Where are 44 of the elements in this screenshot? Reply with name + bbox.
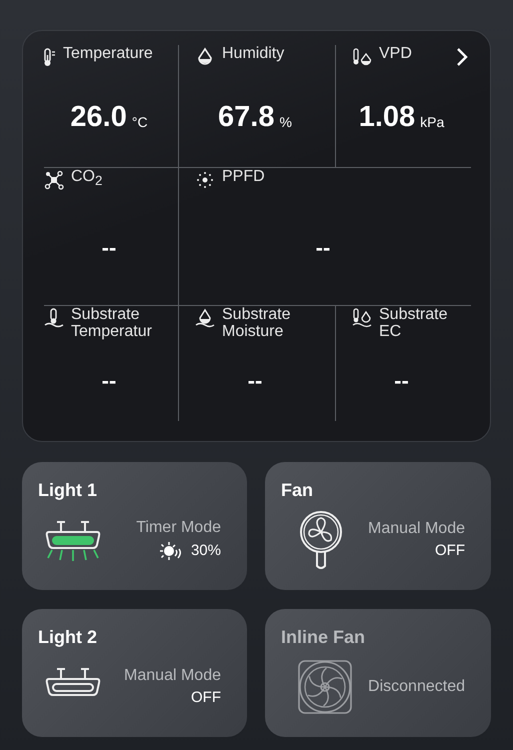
status-label: OFF <box>191 689 221 706</box>
sensor-label: PPFD <box>222 168 265 185</box>
sensor-value: -- <box>102 234 116 260</box>
sensor-value: 1.08 <box>358 100 416 134</box>
sensor-label: Substrate Moisture <box>222 306 292 340</box>
unit-label: % <box>280 114 292 130</box>
sensor-value: -- <box>248 368 262 394</box>
device-card[interactable]: Inline Fan Disconnected <box>265 609 491 737</box>
sensor-value: -- <box>102 368 116 394</box>
device-name: Light 1 <box>38 480 98 501</box>
sensor-value: 26.0 <box>70 100 127 134</box>
unit-label: kPa <box>420 114 444 130</box>
sensor-label: Temperature <box>63 45 153 62</box>
sensor-label: Humidity <box>222 45 284 62</box>
thermometer-icon <box>44 47 56 67</box>
sensor-value: -- <box>316 234 330 260</box>
thermometer-drop-icon <box>352 47 372 67</box>
sensor-value: -- <box>394 368 409 394</box>
dimmer-sun-icon <box>158 540 183 560</box>
device-name: Fan <box>281 480 314 501</box>
thermometer-drop-waves-icon <box>352 308 372 328</box>
molecule-icon <box>44 170 64 190</box>
device-card[interactable]: Light 2 Manual Mode OFF <box>22 609 247 737</box>
chevron-right-icon <box>454 47 470 67</box>
sensor-value: 67.8 <box>218 100 274 134</box>
drop-waves-icon <box>195 308 215 328</box>
water-drop-icon <box>195 47 215 67</box>
thermometer-waves-icon <box>44 308 64 328</box>
device-name: Light 2 <box>38 627 98 648</box>
mode-label: Manual Mode <box>124 667 221 685</box>
mode-label: Disconnected <box>368 678 465 696</box>
sensor-label: CO$_{2}$ <box>71 168 102 190</box>
mode-label: Manual Mode <box>368 520 465 538</box>
device-card[interactable]: Fan Manual Mode OFF <box>265 462 491 590</box>
sensor-label: Substrate EC <box>379 306 448 340</box>
mode-label: Timer Mode <box>136 518 221 536</box>
device-name: Inline Fan <box>281 627 366 648</box>
device-card[interactable]: Light 1 Timer Mode 30% <box>22 462 247 590</box>
light-dots-icon <box>195 170 215 190</box>
sensor-label: Substrate Temperatur <box>71 306 153 340</box>
sensor-label: VPD <box>379 45 412 62</box>
status-label: OFF <box>435 542 465 559</box>
brightness-value: 30% <box>190 542 221 559</box>
unit-label: °C <box>132 114 148 130</box>
